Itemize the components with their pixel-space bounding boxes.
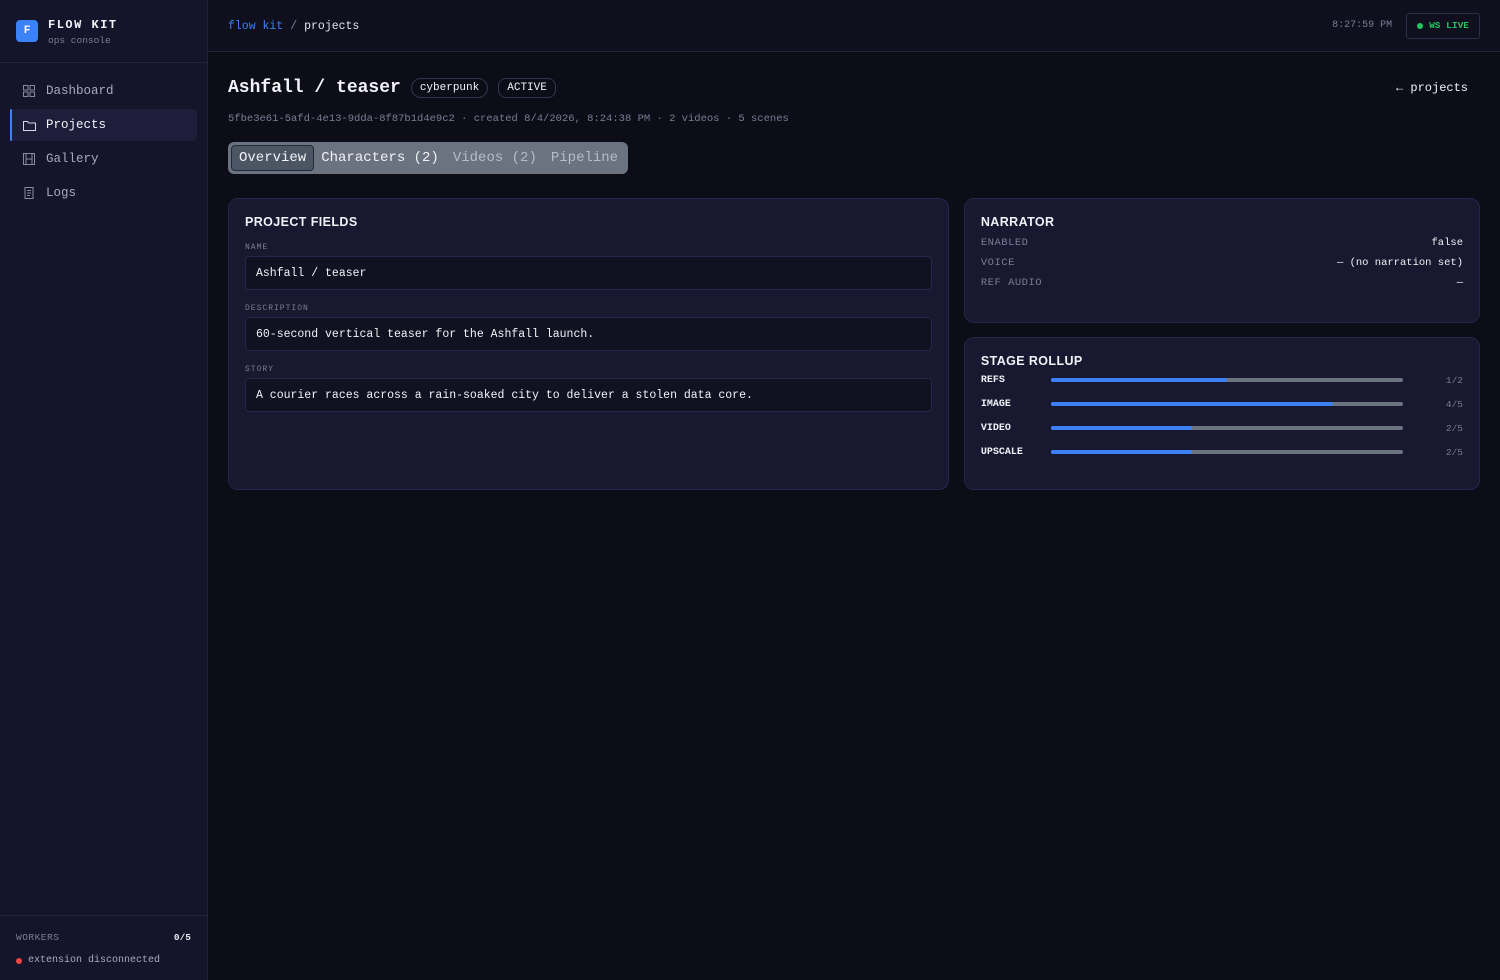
progress-fill: [1050, 450, 1192, 454]
back-to-projects-link[interactable]: ← projects: [1396, 81, 1468, 95]
sidebar-item-label: Dashboard: [46, 84, 114, 98]
status-badge: ACTIVE: [498, 78, 556, 98]
stage-count: 2/5: [1445, 422, 1463, 434]
stage-name: UPSCALE: [980, 446, 1023, 458]
ws-status-badge: WS LIVE: [1406, 12, 1480, 39]
sidebar: F FLOW KIT ops console Dashboard Project…: [0, 0, 208, 980]
film-icon: [22, 152, 36, 166]
main-content: Ashfall / teaser cyberpunk ACTIVE ← proj…: [228, 52, 1480, 490]
sidebar-nav: Dashboard Projects Gallery Logs: [0, 63, 207, 209]
breadcrumb-current: projects: [304, 20, 360, 33]
narrator-value: — (no narration set): [1336, 257, 1463, 269]
narrator-key: VOICE: [980, 257, 1015, 269]
brand: F FLOW KIT ops console: [0, 0, 207, 63]
tab-bar: Overview Characters (2) Videos (2) Pipel…: [228, 142, 629, 174]
project-meta: 5fbe3e61-5afd-4e13-9dda-8f87b1d4e9c2 · c…: [228, 113, 789, 125]
brand-logo: F: [16, 20, 38, 42]
narrator-row: ENABLED false: [981, 237, 1463, 249]
stage-count: 2/5: [1445, 446, 1463, 458]
sidebar-item-label: Logs: [46, 186, 77, 200]
clock: 8:27:59 PM: [1332, 20, 1393, 31]
stage-name: IMAGE: [980, 398, 1011, 410]
sidebar-item-label: Gallery: [46, 152, 99, 166]
progress-bar: [1050, 378, 1403, 382]
progress-fill: [1050, 402, 1333, 406]
logs-icon: [22, 186, 36, 200]
narrator-value: false: [1431, 237, 1463, 249]
stage-name: REFS: [980, 374, 1005, 386]
topbar: flow kit / projects 8:27:59 PM WS LIVE: [208, 0, 1500, 52]
sidebar-item-label: Projects: [46, 118, 107, 132]
brand-subtitle: ops console: [48, 35, 111, 46]
story-label: STORY: [245, 365, 275, 374]
narrator-value: —: [1456, 277, 1463, 289]
progress-fill: [1050, 426, 1192, 430]
narrator-row: REF AUDIO —: [981, 277, 1463, 289]
card-title: NARRATOR: [980, 215, 1055, 229]
narrator-row: VOICE — (no narration set): [981, 257, 1463, 269]
breadcrumb: flow kit / projects: [228, 18, 359, 33]
narrator-card: NARRATOR ENABLED false VOICE — (no narra…: [963, 198, 1480, 323]
story-field[interactable]: A courier races across a rain-soaked cit…: [245, 378, 932, 412]
brand-title: FLOW KIT: [48, 18, 118, 32]
tab-overview[interactable]: Overview: [231, 145, 315, 171]
progress-bar: [1050, 402, 1403, 406]
stage-count: 4/5: [1445, 398, 1463, 410]
card-title: STAGE ROLLUP: [980, 354, 1083, 368]
narrator-key: REF AUDIO: [980, 277, 1043, 289]
status-dot-icon: [16, 957, 22, 964]
sidebar-item-gallery[interactable]: Gallery: [10, 143, 197, 175]
progress-bar: [1050, 450, 1403, 454]
folder-icon: [22, 118, 36, 132]
sidebar-item-projects[interactable]: Projects: [10, 109, 197, 141]
card-title: PROJECT FIELDS: [245, 215, 358, 229]
stage-name: VIDEO: [980, 422, 1011, 434]
breadcrumb-separator: /: [290, 20, 298, 33]
narrator-key: ENABLED: [980, 237, 1029, 249]
sidebar-item-dashboard[interactable]: Dashboard: [10, 75, 197, 107]
name-field[interactable]: Ashfall / teaser: [245, 256, 932, 290]
stage-rollup-card: STAGE ROLLUP REFS 1/2 IMAGE 4/5 VIDEO 2/…: [963, 337, 1480, 490]
style-chip: cyberpunk: [410, 78, 489, 98]
tab-videos[interactable]: Videos (2): [446, 145, 544, 171]
extension-status: extension disconnected: [28, 955, 161, 966]
name-label: NAME: [245, 243, 269, 252]
live-dot-icon: [1417, 22, 1424, 29]
description-label: DESCRIPTION: [245, 304, 309, 313]
stage-row: IMAGE 4/5: [981, 392, 1463, 416]
progress-fill: [1050, 378, 1227, 382]
ws-status-label: WS LIVE: [1429, 20, 1469, 31]
sidebar-item-logs[interactable]: Logs: [10, 177, 197, 209]
workers-count: 0/5: [173, 932, 191, 943]
stage-count: 1/2: [1445, 374, 1463, 386]
tab-pipeline[interactable]: Pipeline: [544, 145, 625, 171]
dashboard-icon: [22, 84, 36, 98]
breadcrumb-root-link[interactable]: flow kit: [228, 20, 283, 33]
project-fields-card: PROJECT FIELDS NAME Ashfall / teaser DES…: [228, 198, 949, 490]
tab-characters[interactable]: Characters (2): [314, 145, 446, 171]
sidebar-footer: WORKERS 0/5 extension disconnected: [0, 915, 207, 980]
description-field[interactable]: 60-second vertical teaser for the Ashfal…: [245, 317, 932, 351]
progress-bar: [1050, 426, 1403, 430]
workers-label: WORKERS: [16, 932, 60, 943]
stage-row: REFS 1/2: [981, 368, 1463, 392]
page-title: Ashfall / teaser: [228, 78, 401, 98]
stage-row: UPSCALE 2/5: [981, 440, 1463, 464]
stage-row: VIDEO 2/5: [981, 416, 1463, 440]
